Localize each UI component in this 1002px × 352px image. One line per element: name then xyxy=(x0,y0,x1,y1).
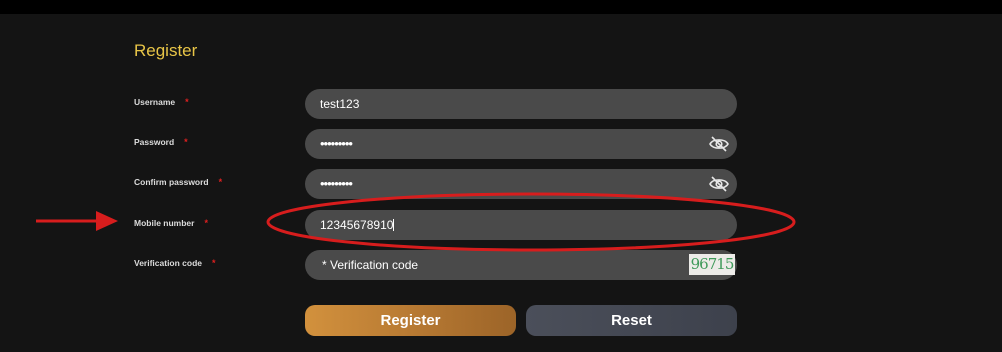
username-field[interactable]: test123 xyxy=(305,89,737,119)
mobile-number-value: 12345678910 xyxy=(320,218,395,232)
captcha-image[interactable]: 96715 xyxy=(689,254,735,275)
mobile-number-text: 12345678910 xyxy=(320,218,394,232)
required-mark: * xyxy=(185,97,189,107)
mobile-number-label-text: Mobile number xyxy=(134,218,195,228)
username-label: Username * xyxy=(134,97,189,107)
required-mark: * xyxy=(204,218,208,228)
eye-slash-icon[interactable] xyxy=(709,175,729,193)
confirm-password-value: ••••••••• xyxy=(320,176,353,191)
verification-code-field[interactable]: * Verification code 96715 xyxy=(305,250,737,280)
register-button[interactable]: Register xyxy=(305,305,516,336)
confirm-password-field[interactable]: ••••••••• xyxy=(305,169,737,199)
mobile-number-field[interactable]: 12345678910 xyxy=(305,210,737,240)
confirm-password-label-text: Confirm password xyxy=(134,177,209,187)
password-field[interactable]: ••••••••• xyxy=(305,129,737,159)
red-arrow-icon xyxy=(36,211,118,231)
verification-code-label-text: Verification code xyxy=(134,258,203,268)
verification-code-label: Verification code * xyxy=(134,258,216,268)
confirm-password-label: Confirm password * xyxy=(134,177,222,187)
required-mark: * xyxy=(184,137,188,147)
eye-slash-icon[interactable] xyxy=(709,135,729,153)
text-caret xyxy=(393,219,395,231)
password-label-text: Password xyxy=(134,137,175,147)
password-value: ••••••••• xyxy=(320,136,353,151)
top-bar xyxy=(0,0,1002,14)
page-title: Register xyxy=(134,41,198,60)
password-label: Password * xyxy=(134,137,188,147)
captcha-text: 96715 xyxy=(690,255,735,273)
reset-button[interactable]: Reset xyxy=(526,305,737,336)
required-mark: * xyxy=(218,177,223,187)
mobile-number-label: Mobile number * xyxy=(134,218,208,228)
username-label-text: Username xyxy=(134,97,176,107)
username-value: test123 xyxy=(320,97,360,111)
verification-code-placeholder: * Verification code xyxy=(322,258,419,272)
required-mark: * xyxy=(212,258,216,268)
